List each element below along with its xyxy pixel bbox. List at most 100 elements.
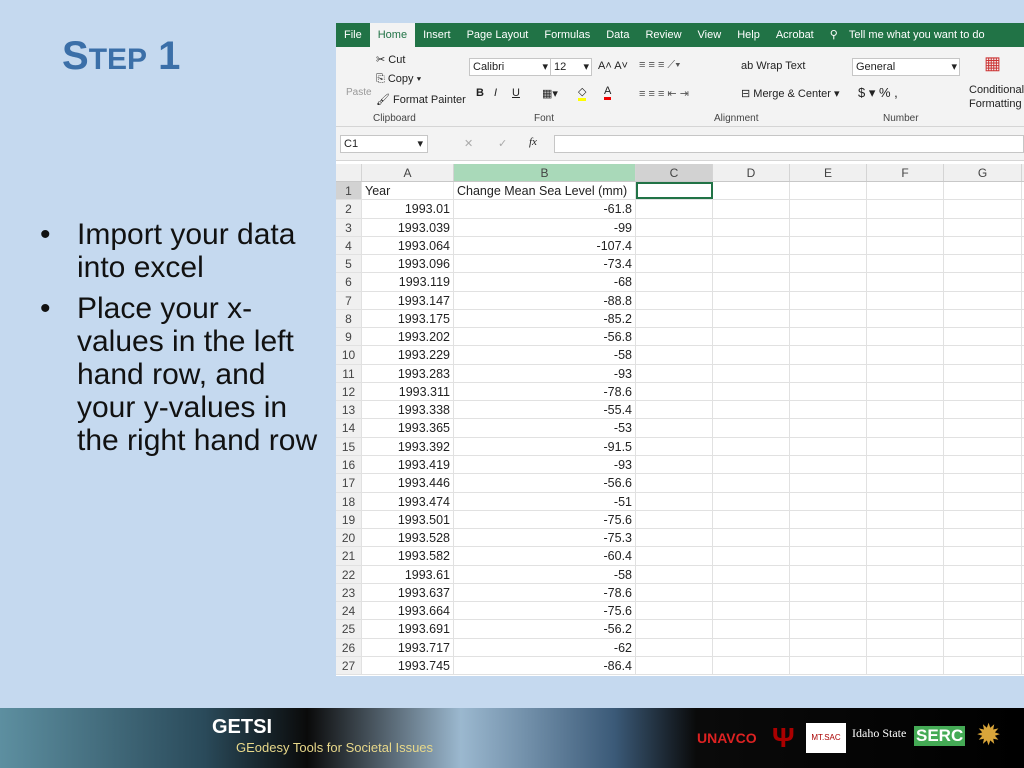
cell[interactable] (636, 638, 713, 656)
cell[interactable] (867, 346, 944, 364)
cell[interactable]: Year (362, 182, 454, 200)
column-header-E[interactable]: E (790, 164, 867, 181)
cell[interactable] (713, 638, 790, 656)
cell[interactable]: Change Mean Sea Level (mm) (454, 182, 636, 200)
cell[interactable] (790, 547, 867, 565)
cell[interactable] (867, 602, 944, 620)
cell[interactable]: 1993.474 (362, 492, 454, 510)
cell[interactable] (867, 656, 944, 675)
column-header-B[interactable]: B (454, 164, 636, 181)
cell[interactable] (867, 583, 944, 602)
cell[interactable] (636, 328, 713, 346)
cell[interactable]: 1993.717 (362, 638, 454, 656)
cell[interactable] (790, 620, 867, 638)
column-header-F[interactable]: F (867, 164, 944, 181)
row-header[interactable]: 7 (336, 291, 362, 309)
tab-file[interactable]: File (336, 23, 370, 47)
cell[interactable] (944, 638, 1022, 656)
cell[interactable] (867, 273, 944, 291)
cut-button[interactable]: ✂ Cut (376, 53, 405, 66)
row-header[interactable]: 2 (336, 200, 362, 218)
borders-icon[interactable]: ▦▾ (542, 87, 558, 100)
fx-button[interactable]: fx (529, 136, 537, 148)
cell[interactable] (713, 328, 790, 346)
cell[interactable] (713, 309, 790, 328)
cell[interactable] (944, 364, 1022, 382)
cell[interactable] (636, 346, 713, 364)
cell[interactable]: -56.8 (454, 328, 636, 346)
cell[interactable] (713, 218, 790, 236)
cell[interactable] (944, 510, 1022, 529)
cell[interactable] (867, 255, 944, 273)
cell[interactable]: -62 (454, 638, 636, 656)
cell[interactable] (944, 346, 1022, 364)
cell[interactable]: 1993.311 (362, 382, 454, 401)
cell[interactable] (867, 547, 944, 565)
cell[interactable]: -53 (454, 419, 636, 437)
cell[interactable] (636, 620, 713, 638)
cell[interactable]: 1993.147 (362, 291, 454, 309)
font-color-icon[interactable]: A (604, 85, 612, 100)
cell[interactable] (790, 291, 867, 309)
cell[interactable] (790, 565, 867, 583)
cell[interactable]: -75.3 (454, 529, 636, 547)
cell[interactable] (944, 565, 1022, 583)
cell[interactable] (713, 291, 790, 309)
row-header[interactable]: 14 (336, 419, 362, 437)
cell[interactable] (790, 273, 867, 291)
cell[interactable] (867, 218, 944, 236)
cell[interactable] (713, 437, 790, 455)
cell[interactable] (867, 401, 944, 419)
cell[interactable] (867, 291, 944, 309)
row-header[interactable]: 6 (336, 273, 362, 291)
cell[interactable] (867, 182, 944, 200)
cell[interactable] (944, 382, 1022, 401)
tab-view[interactable]: View (690, 23, 730, 47)
row-header[interactable]: 1 (336, 182, 362, 200)
cell[interactable] (944, 656, 1022, 675)
cell[interactable] (636, 419, 713, 437)
row-header[interactable]: 16 (336, 455, 362, 474)
row-header[interactable]: 8 (336, 309, 362, 328)
cell[interactable]: 1993.691 (362, 620, 454, 638)
fill-color-icon[interactable]: ◇ (578, 85, 587, 101)
row-header[interactable]: 3 (336, 218, 362, 236)
cell[interactable] (790, 474, 867, 492)
cell[interactable] (944, 492, 1022, 510)
tab-insert[interactable]: Insert (415, 23, 459, 47)
formula-input[interactable] (554, 135, 1024, 153)
cell[interactable]: 1993.419 (362, 455, 454, 474)
cell[interactable] (944, 255, 1022, 273)
cell[interactable]: 1993.202 (362, 328, 454, 346)
cell[interactable] (636, 529, 713, 547)
cell[interactable]: -107.4 (454, 236, 636, 255)
cell[interactable]: -85.2 (454, 309, 636, 328)
cell[interactable]: -88.8 (454, 291, 636, 309)
cell[interactable] (867, 529, 944, 547)
row-header[interactable]: 5 (336, 255, 362, 273)
selected-cell-c1[interactable] (636, 182, 713, 200)
cell[interactable] (867, 236, 944, 255)
cell[interactable]: 1993.283 (362, 364, 454, 382)
cell[interactable]: 1993.119 (362, 273, 454, 291)
row-header[interactable]: 27 (336, 656, 362, 675)
italic-button[interactable]: I (494, 87, 497, 99)
row-header[interactable]: 18 (336, 492, 362, 510)
cell[interactable]: 1993.446 (362, 474, 454, 492)
cell[interactable]: -99 (454, 218, 636, 236)
tab-help[interactable]: Help (729, 23, 768, 47)
cell[interactable] (867, 382, 944, 401)
cell[interactable]: -60.4 (454, 547, 636, 565)
cell[interactable] (944, 529, 1022, 547)
cell[interactable] (713, 200, 790, 218)
cell[interactable] (713, 364, 790, 382)
cell[interactable] (867, 328, 944, 346)
cell[interactable] (944, 455, 1022, 474)
cell[interactable]: 1993.175 (362, 309, 454, 328)
cell[interactable] (713, 510, 790, 529)
cell[interactable] (944, 419, 1022, 437)
name-box[interactable]: C1 ▾ (340, 135, 428, 153)
cell[interactable]: -56.2 (454, 620, 636, 638)
cell[interactable] (790, 492, 867, 510)
conditional-formatting-icon[interactable]: ▦ (984, 53, 1001, 74)
